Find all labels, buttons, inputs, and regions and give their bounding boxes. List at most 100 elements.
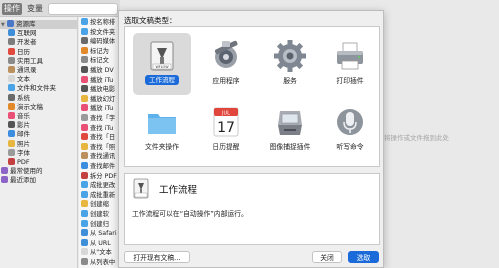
library-item-label: 实用工具: [17, 56, 43, 65]
type-folder-action[interactable]: 文件夹操作: [133, 99, 191, 161]
library-item[interactable]: 开发者: [0, 38, 78, 47]
choose-button[interactable]: 选取: [348, 251, 379, 263]
actions-segment[interactable]: 操作: [2, 3, 22, 15]
type-service[interactable]: 服务: [261, 33, 319, 95]
library-item[interactable]: 文件和文件夹: [0, 84, 78, 93]
action-item-label: 成批更改: [90, 182, 116, 190]
description-title: 工作流程: [159, 185, 198, 196]
category-icon: [8, 139, 15, 147]
action-item-label: 编码媒体: [90, 38, 116, 46]
action-item[interactable]: 从 URL: [81, 238, 111, 248]
type-print-plugin-label: 打印插件: [336, 77, 364, 85]
action-item[interactable]: 查找 iTu: [81, 123, 113, 133]
library-item[interactable]: 演示文稿: [0, 102, 78, 112]
action-item[interactable]: 创建归: [81, 219, 109, 229]
action-icon: [81, 18, 88, 25]
action-icon: [81, 248, 88, 256]
action-item-label: 查找通讯: [90, 153, 116, 161]
action-item[interactable]: 播放电影: [81, 85, 115, 94]
library-item-label: 影片: [17, 121, 30, 130]
library-item[interactable]: 音乐: [0, 112, 78, 121]
action-item[interactable]: 标记文: [81, 56, 109, 65]
action-item[interactable]: 查找「字: [81, 114, 115, 123]
library-item-label: 开发者: [17, 38, 37, 47]
type-workflow[interactable]: WFLOW 工作流程: [133, 33, 191, 95]
action-item[interactable]: 成批更改: [81, 181, 115, 190]
action-item-label: 从列表中: [90, 259, 116, 266]
action-icon: [81, 142, 88, 150]
variables-segment[interactable]: 变量: [24, 3, 46, 15]
type-application[interactable]: 应用程序: [197, 33, 255, 95]
library-item[interactable]: ▼ 资源库: [0, 20, 78, 29]
action-item[interactable]: 编码媒体: [81, 37, 115, 46]
workflow-badge-text: WFLOW: [155, 65, 169, 69]
library-item[interactable]: 字体: [0, 148, 78, 158]
category-icon: [7, 20, 14, 27]
library-item-label: 互联网: [17, 29, 37, 38]
action-list: 按名称排 按文件夹 编码媒体 标记为 标记文 播放 DV 播放 iTu 播放电影 播放幻灯 播放 …: [79, 17, 119, 268]
action-item[interactable]: 播放幻灯: [81, 94, 115, 104]
dialog-title: 选取文稿类型：: [124, 16, 177, 25]
library-item[interactable]: 实用工具: [0, 56, 78, 66]
library-item[interactable]: 通讯录: [0, 66, 78, 75]
action-item-label: 查找「照: [90, 143, 116, 151]
action-item[interactable]: 查找通讯: [81, 152, 115, 161]
type-dictation-command[interactable]: 听写命令: [321, 99, 379, 161]
action-icon: [81, 66, 88, 73]
action-item-label: 标记文: [90, 57, 109, 65]
library-item-label: 演示文稿: [17, 102, 43, 111]
action-item[interactable]: 播放 iTu: [81, 104, 113, 113]
type-print-plugin[interactable]: 打印插件: [321, 33, 379, 95]
action-item[interactable]: 播放 DV: [81, 66, 114, 75]
action-item[interactable]: 从 Safari: [81, 229, 117, 238]
type-folder-action-label: 文件夹操作: [145, 143, 179, 151]
close-button[interactable]: 关闭: [312, 251, 342, 263]
category-icon: [8, 102, 15, 110]
action-icon: [81, 258, 88, 265]
action-item[interactable]: 标记为: [81, 46, 109, 56]
type-calendar-alarm[interactable]: JUL 17 日历提醒: [197, 99, 255, 161]
action-icon: [81, 114, 88, 121]
category-icon: [8, 121, 15, 129]
action-icon: [81, 56, 88, 64]
category-icon: [8, 112, 15, 119]
action-item[interactable]: 创建缩: [81, 200, 109, 209]
action-item[interactable]: 查找「照: [81, 142, 116, 152]
action-item-label: 按名称排: [90, 19, 116, 26]
action-item[interactable]: 创建软: [81, 210, 109, 219]
category-icon: [8, 93, 15, 101]
category-icon: [8, 56, 15, 64]
action-item[interactable]: 成批重新: [81, 190, 115, 200]
action-item[interactable]: 从"文本: [81, 248, 112, 257]
library-item[interactable]: PDF: [0, 158, 78, 167]
library-item[interactable]: 最近添加: [0, 176, 78, 185]
category-icon: [8, 29, 15, 37]
action-item[interactable]: 查找「日: [81, 133, 115, 142]
library-item[interactable]: 互联网: [0, 29, 78, 38]
library-item[interactable]: 照片: [0, 139, 78, 149]
library-item[interactable]: 文本: [0, 75, 78, 84]
microphone-icon: [337, 109, 363, 135]
library-item[interactable]: 影片: [0, 121, 78, 130]
document-type-grid: WFLOW 工作流程 应用程序 服务 打印插件 文件夹操作 JUL 17 日历提…: [124, 26, 380, 167]
search-input[interactable]: [48, 3, 118, 15]
library-item[interactable]: 系统: [0, 93, 78, 103]
library-item[interactable]: 邮件: [0, 130, 78, 139]
action-item[interactable]: 查找邮件: [81, 162, 115, 171]
category-icon: [8, 75, 15, 83]
open-existing-document-button[interactable]: 打开现有文稿...: [124, 251, 190, 263]
action-item[interactable]: 播放 iTu: [81, 75, 113, 85]
type-image-capture[interactable]: 图像捕捉插件: [261, 99, 319, 161]
action-item[interactable]: 按文件夹: [81, 27, 115, 37]
printer-icon: [337, 42, 363, 70]
new-document-dialog: 选取文稿类型： WFLOW 工作流程 应用程序 服务 打印插件 文件夹操作 JU…: [118, 10, 384, 268]
library-item[interactable]: 最常使用的: [0, 167, 78, 176]
action-item[interactable]: 按名称排: [81, 18, 115, 27]
library-item[interactable]: 日历: [0, 47, 78, 57]
calendar-month-text: JUL: [221, 111, 230, 117]
action-item[interactable]: 从列表中: [81, 258, 115, 267]
action-icon: [81, 152, 88, 160]
action-item[interactable]: 拆分 PDF: [81, 171, 117, 181]
action-item-label: 从"文本: [90, 249, 112, 257]
library-item-label: 日历: [17, 47, 30, 56]
